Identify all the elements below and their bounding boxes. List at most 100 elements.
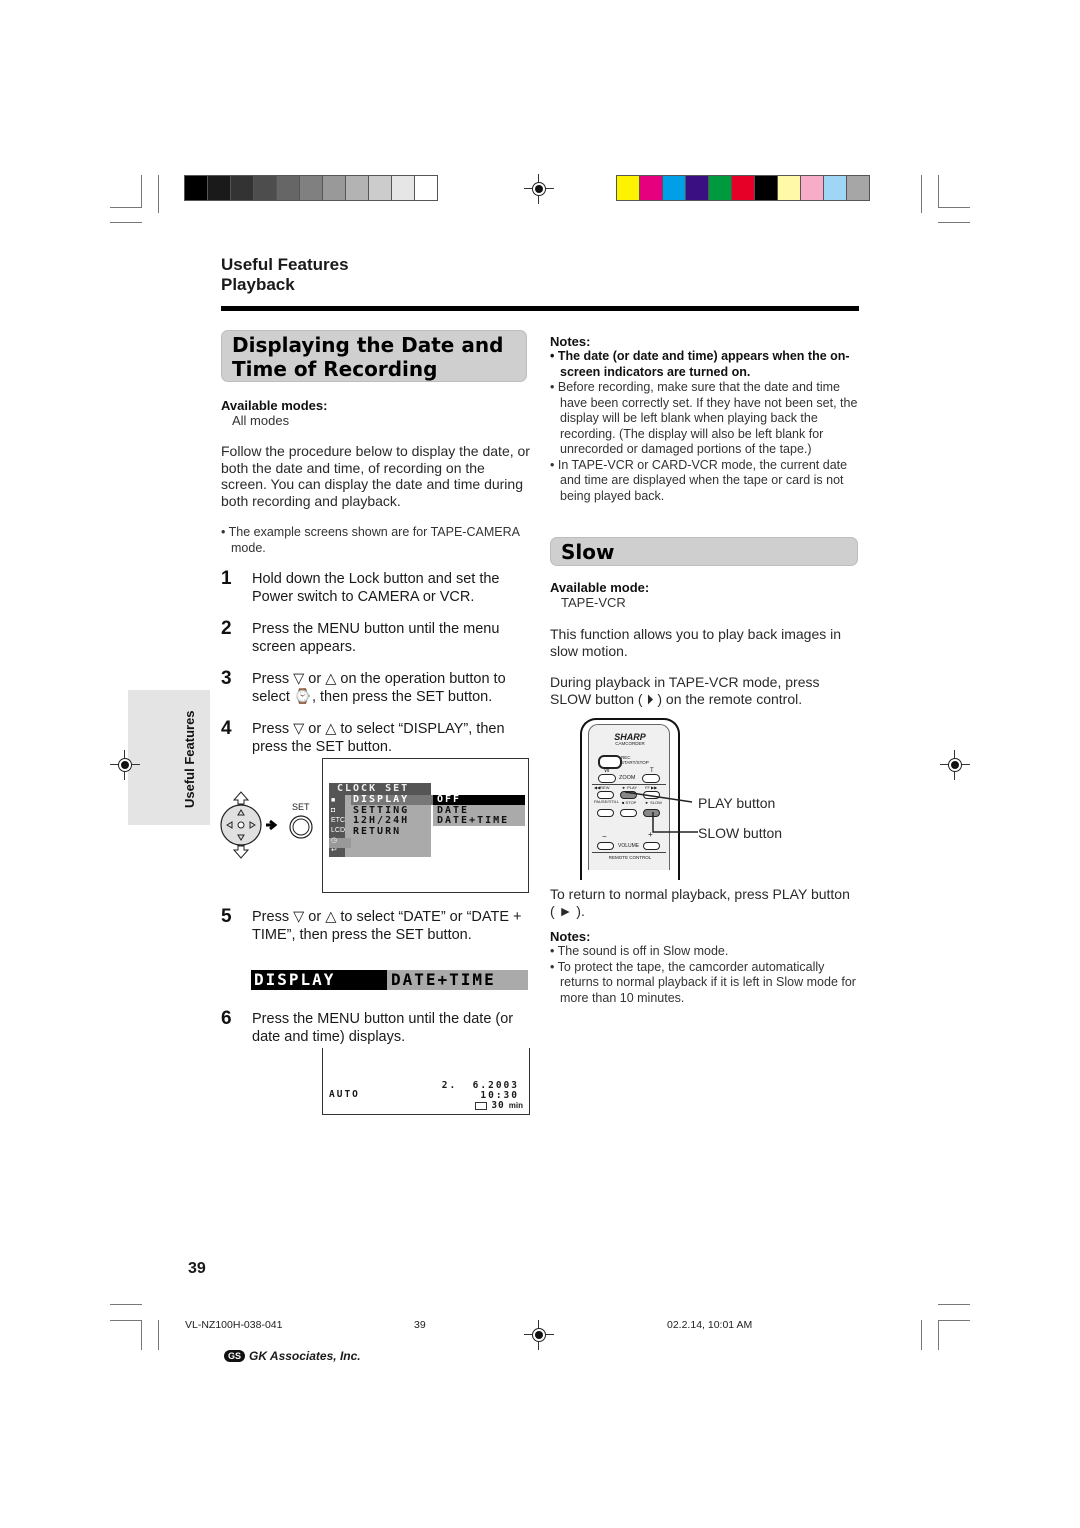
- color-swatch: [392, 176, 414, 200]
- color-swatch: [231, 176, 253, 200]
- available-mode-label: Available mode:: [550, 580, 650, 595]
- remote-model: CAMCORDER: [615, 741, 645, 746]
- step-number: 2: [221, 618, 232, 639]
- color-swatch: [208, 176, 230, 200]
- volume-up-button[interactable]: [643, 842, 660, 850]
- crop-mark: [938, 222, 970, 223]
- company-logo-icon: GS: [224, 1350, 246, 1362]
- available-mode-value: TAPE-VCR: [561, 595, 626, 610]
- step-number: 4: [221, 718, 232, 739]
- note-item: • In TAPE-VCR or CARD-VCR mode, the curr…: [550, 457, 848, 503]
- menu-screen-illustration: CLOCK SET ■ ◘ ETC LCD ◷ ↩ DISPLAY SETTIN…: [322, 758, 529, 893]
- color-swatch: [824, 176, 846, 200]
- remote-divider: [592, 852, 666, 853]
- zoom-t-button[interactable]: [642, 774, 660, 783]
- playback-screen-illustration: AUTO 2. 6.2003 10:30 30 min: [322, 1048, 530, 1115]
- color-swatch: [415, 176, 437, 200]
- color-swatch: [732, 176, 754, 200]
- available-mode-slow: Available mode: TAPE-VCR: [550, 580, 649, 611]
- intro-paragraph: Follow the procedure below to display th…: [221, 443, 530, 509]
- color-swatch: [663, 176, 685, 200]
- step-text: Press the MENU button until the date (or…: [252, 1011, 514, 1045]
- registration-mark-icon: [524, 1320, 554, 1350]
- pause-button[interactable]: [597, 809, 614, 817]
- crop-mark: [938, 207, 970, 208]
- display-value: DATE+TIME: [387, 970, 528, 990]
- camera-icon: ■: [331, 797, 336, 804]
- crop-mark: [110, 1320, 142, 1321]
- color-swatch: [755, 176, 777, 200]
- available-modes: Available modes: All modes: [221, 398, 327, 429]
- step-number: 1: [221, 568, 232, 589]
- color-swatch: [801, 176, 823, 200]
- section-title-date-time: Displaying the Date and Time of Recordin…: [221, 330, 527, 382]
- notes-label: Notes:: [550, 929, 591, 944]
- color-swatch: [617, 176, 639, 200]
- volume-label: VOLUME: [618, 843, 640, 849]
- breadcrumb-section: Useful Features: [221, 255, 349, 274]
- rew-button[interactable]: [597, 791, 614, 799]
- zoom-w-button[interactable]: [598, 774, 616, 783]
- pause-label: PAUSE/STILL: [594, 799, 620, 804]
- crop-mark: [110, 222, 142, 223]
- rec-label: REC START/STOP: [621, 755, 649, 765]
- volume-down-button[interactable]: [597, 842, 614, 850]
- footer-company: GS GK Associates, Inc.: [224, 1349, 361, 1363]
- color-swatch: [369, 176, 391, 200]
- crop-mark: [921, 1320, 922, 1350]
- side-tab-label: Useful Features: [182, 710, 197, 808]
- callout-lines: [624, 791, 698, 833]
- section-title-slow: Slow: [550, 537, 858, 566]
- available-modes-value: All modes: [232, 413, 290, 428]
- osd-remaining-value: 30: [491, 1100, 505, 1111]
- registration-mark-icon: [110, 750, 140, 780]
- options-list: OFF DATE DATE+TIME: [437, 794, 509, 827]
- step-text: Hold down the Lock button and set the Po…: [252, 571, 500, 605]
- tape-icon: [475, 1101, 488, 1110]
- zoom-label: ZOOM: [619, 775, 636, 781]
- menu-item: RETURN: [353, 825, 402, 837]
- registration-mark-icon: [524, 174, 554, 204]
- clock-icon: ◷: [331, 837, 338, 844]
- color-swatch: [254, 176, 276, 200]
- option-item: OFF: [437, 794, 462, 805]
- footer-page: 39: [414, 1319, 426, 1331]
- step-text: Press ▽ or △ on the operation button to …: [252, 671, 506, 705]
- etc-icon: ETC: [331, 817, 345, 824]
- color-swatch: [778, 176, 800, 200]
- color-swatch: [277, 176, 299, 200]
- rec-button[interactable]: [598, 755, 622, 769]
- note-item: • The sound is off in Slow mode.: [550, 944, 729, 958]
- crop-mark: [158, 1320, 159, 1350]
- example-note: • The example screens shown are for TAPE…: [221, 525, 520, 555]
- color-swatch: [323, 176, 345, 200]
- display-setting-bar: DISPLAY DATE+TIME: [251, 970, 528, 990]
- step-text: Press the MENU button until the menu scr…: [252, 621, 500, 655]
- osd-remaining: 30 min: [475, 1100, 523, 1111]
- color-swatch: [185, 176, 207, 200]
- section-title-line: Time of Recording: [232, 357, 438, 381]
- menu-item: 12H/24H: [353, 815, 410, 826]
- crop-mark: [938, 1320, 970, 1321]
- notes-slow: Notes: • The sound is off in Slow mode. …: [550, 929, 860, 1006]
- page-number: 39: [188, 1260, 206, 1277]
- volume-minus-label: −: [602, 832, 607, 841]
- crop-mark: [110, 207, 142, 208]
- return-instruction: To return to normal playback, press PLAY…: [550, 886, 850, 919]
- slow-intro: This function allows you to play back im…: [550, 626, 842, 659]
- note-item: • The date (or date and time) appears wh…: [550, 349, 850, 379]
- crop-mark: [921, 175, 922, 213]
- osd-remaining-unit: min: [508, 1101, 523, 1110]
- company-name: GK Associates, Inc.: [249, 1349, 361, 1363]
- crop-mark: [938, 1304, 970, 1305]
- breadcrumb-subsection: Playback: [221, 275, 295, 294]
- slow-instruction: During playback in TAPE-VCR mode, press …: [550, 674, 820, 707]
- menu-items: DISPLAY SETTING 12H/24H RETURN: [353, 794, 410, 837]
- crop-mark: [110, 1304, 142, 1305]
- osd-mode: AUTO: [329, 1089, 360, 1100]
- available-modes-label: Available modes:: [221, 398, 328, 413]
- note-item: • To protect the tape, the camcorder aut…: [550, 959, 856, 1005]
- step-number: 3: [221, 668, 232, 689]
- rew-label: ◀◀REW: [594, 785, 610, 790]
- color-calibration-bar: [616, 175, 870, 201]
